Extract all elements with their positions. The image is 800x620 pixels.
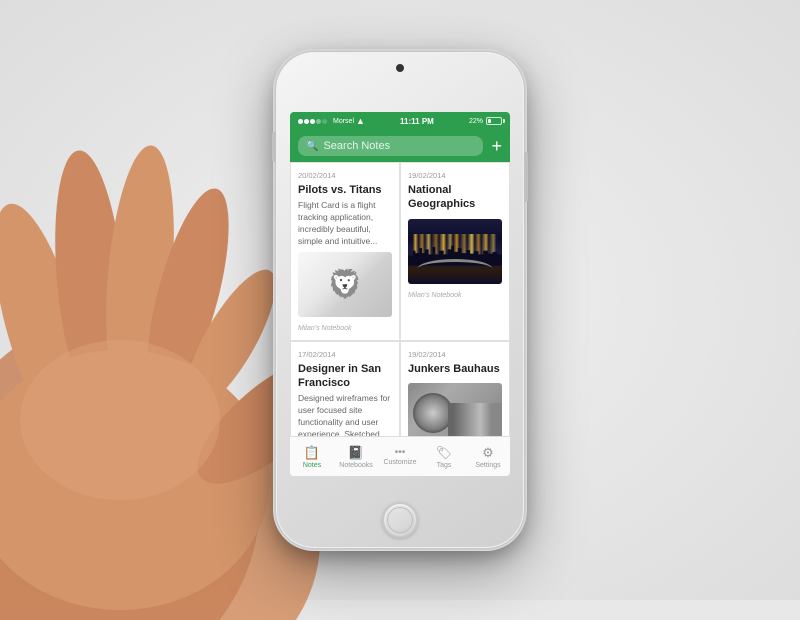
tab-tags-label: Tags <box>437 462 452 469</box>
battery-percent: 22% <box>469 118 483 125</box>
settings-tab-icon: ⚙ <box>482 445 494 461</box>
note-notebook: Milan's Notebook <box>408 292 502 299</box>
note-title: Designer in San Francisco <box>298 362 392 391</box>
note-card-designer-sf[interactable]: 17/02/2014 Designer in San Francisco Des… <box>290 341 400 436</box>
search-bar: 🔍 Search Notes + <box>290 130 510 162</box>
junkers-image <box>408 383 502 436</box>
note-title: National Geographics <box>408 183 502 212</box>
tab-notebooks[interactable]: 📓 Notebooks <box>334 445 378 469</box>
status-bar: Morsel ▲ 11:11 PM 22% <box>290 112 510 130</box>
note-title: Pilots vs. Titans <box>298 183 392 197</box>
tab-notebooks-label: Notebooks <box>339 462 372 469</box>
status-time: 11:11 PM <box>400 117 434 126</box>
status-left: Morsel ▲ <box>298 116 365 126</box>
tab-bar: 📋 Notes 📓 Notebooks ••• Customize 🏷 Tags… <box>290 436 510 476</box>
note-card-junkers-bauhaus[interactable]: 19/02/2014 Junkers Bauhaus <box>400 341 510 436</box>
status-right: 22% <box>469 117 502 125</box>
home-button[interactable] <box>382 502 418 538</box>
note-excerpt: Designed wireframes for user focused sit… <box>298 393 392 436</box>
tab-notes[interactable]: 📋 Notes <box>290 445 334 469</box>
lion-image <box>298 252 392 317</box>
note-date: 19/02/2014 <box>408 350 502 359</box>
home-button-inner <box>387 507 413 533</box>
search-icon: 🔍 <box>306 141 318 152</box>
note-image-city <box>408 219 502 284</box>
tab-settings-label: Settings <box>475 462 500 469</box>
customize-tab-icon: ••• <box>395 447 406 458</box>
tab-customize[interactable]: ••• Customize <box>378 447 422 466</box>
tab-settings[interactable]: ⚙ Settings <box>466 445 510 469</box>
phone-shell: Morsel ▲ 11:11 PM 22% 🔍 Search Notes + <box>276 52 524 548</box>
tab-customize-label: Customize <box>383 459 416 466</box>
signal-indicator <box>298 117 328 126</box>
note-card-national-geographics[interactable]: 19/02/2014 National Geographics Milan's … <box>400 162 510 341</box>
note-notebook: Milan's Notebook <box>298 325 392 332</box>
wifi-icon: ▲ <box>356 116 365 126</box>
note-excerpt: Flight Card is a flight tracking applica… <box>298 200 392 248</box>
note-image-junkers <box>408 383 502 436</box>
battery-icon <box>486 117 502 125</box>
phone-camera <box>396 64 404 72</box>
search-input-area[interactable]: 🔍 Search Notes <box>298 136 483 156</box>
note-image-lion <box>298 252 392 317</box>
tab-tags[interactable]: 🏷 Tags <box>422 445 466 469</box>
city-bridge <box>417 259 492 279</box>
note-date: 19/02/2014 <box>408 171 502 180</box>
note-card-pilots-vs-titans[interactable]: 20/02/2014 Pilots vs. Titans Flight Card… <box>290 162 400 341</box>
search-placeholder: Search Notes <box>323 140 390 152</box>
note-date: 17/02/2014 <box>298 350 392 359</box>
notes-list: 20/02/2014 Pilots vs. Titans Flight Card… <box>290 162 510 436</box>
note-title: Junkers Bauhaus <box>408 362 502 376</box>
add-note-button[interactable]: + <box>491 137 502 155</box>
phone-screen: Morsel ▲ 11:11 PM 22% 🔍 Search Notes + <box>290 112 510 476</box>
battery-fill <box>488 119 491 123</box>
tags-tab-icon: 🏷 <box>436 445 453 461</box>
notebooks-tab-icon: 📓 <box>348 445 364 461</box>
scene: Morsel ▲ 11:11 PM 22% 🔍 Search Notes + <box>0 0 800 600</box>
notes-tab-icon: 📋 <box>304 445 320 461</box>
note-date: 20/02/2014 <box>298 171 392 180</box>
tab-notes-label: Notes <box>303 462 321 469</box>
city-image <box>408 219 502 284</box>
carrier-label: Morsel <box>333 118 354 125</box>
